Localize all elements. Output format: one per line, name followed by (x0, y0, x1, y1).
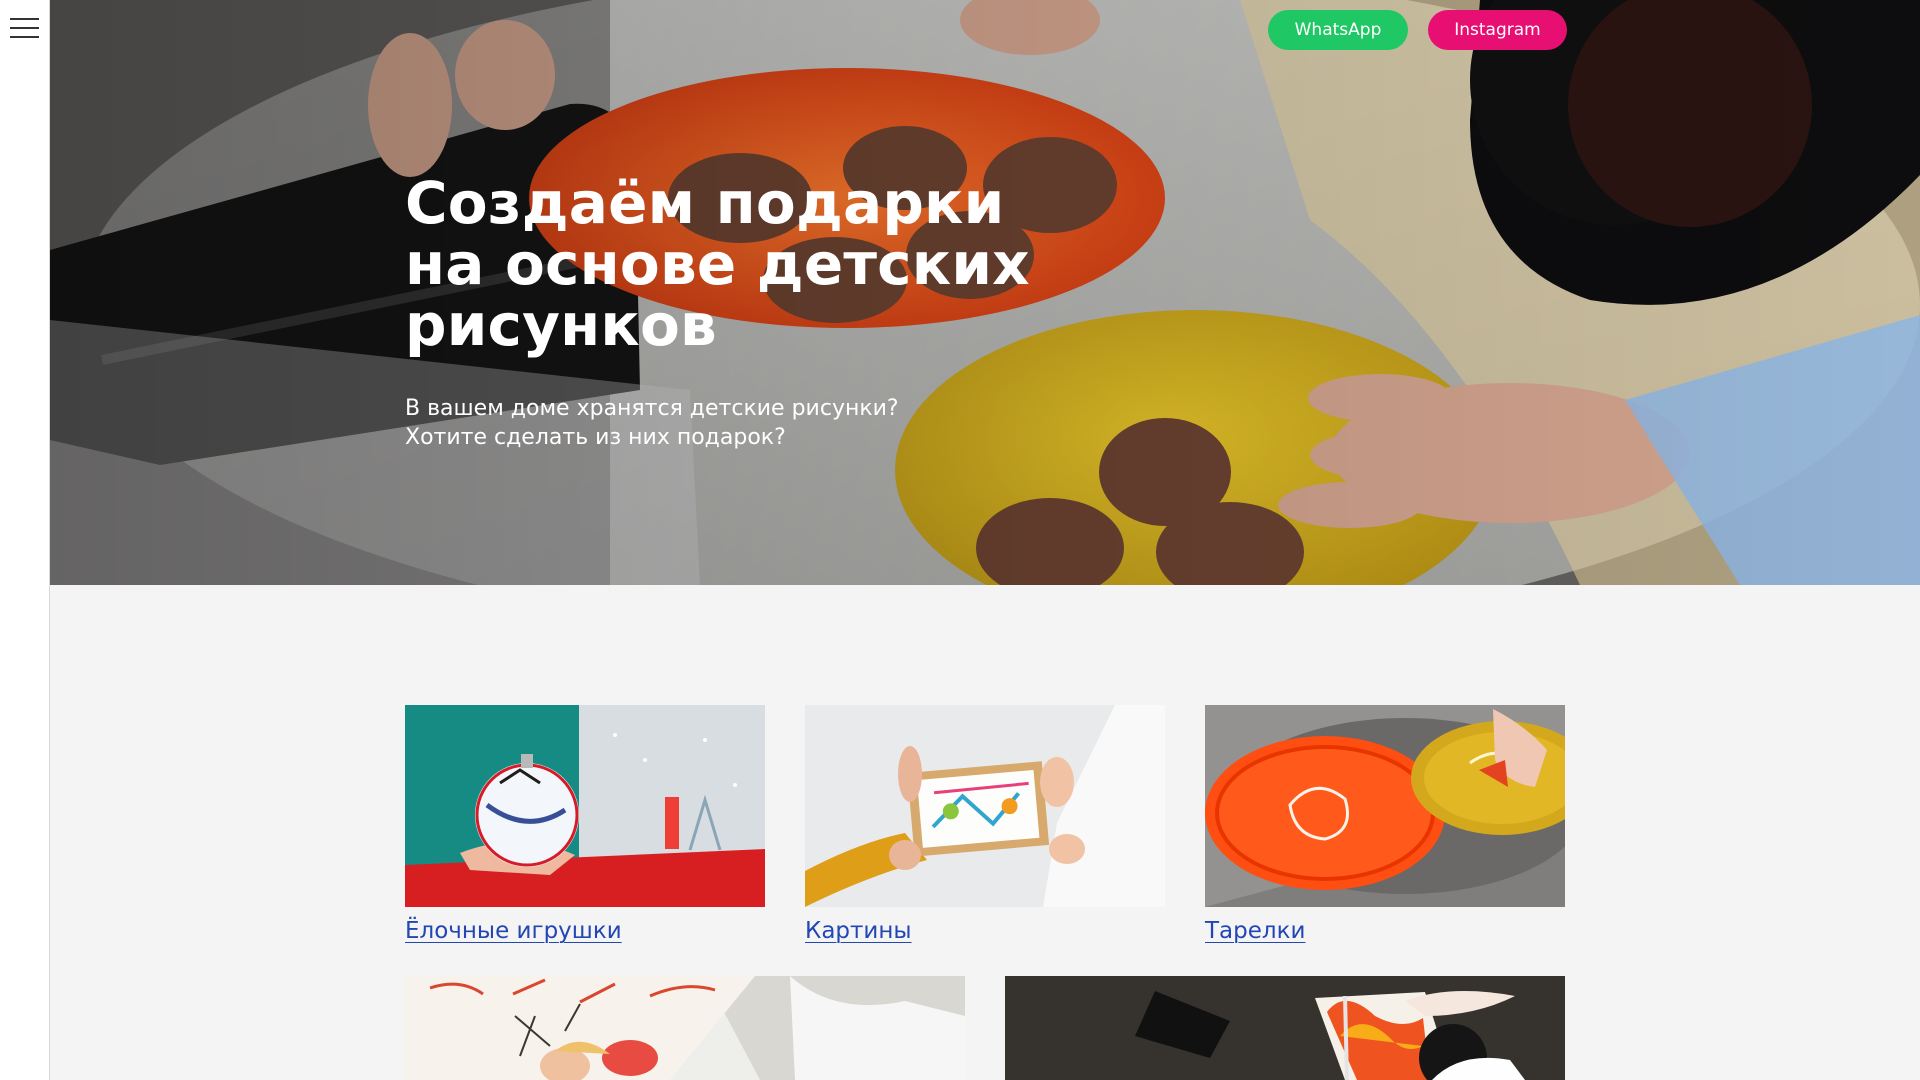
album-image (1005, 976, 1565, 1080)
hero-subtitle: В вашем доме хранятся детские рисунки? Х… (405, 394, 1055, 452)
hero-section: Создаём подарки на основе детских рисунк… (50, 0, 1920, 585)
hero-title-line-2: на основе детских (405, 230, 1030, 298)
hero-subtitle-line-1: В вашем доме хранятся детские рисунки? (405, 396, 899, 421)
whatsapp-button[interactable]: WhatsApp (1268, 10, 1408, 50)
christmas-toy-image[interactable] (405, 705, 765, 907)
plates-link[interactable]: Тарелки (1205, 916, 1305, 946)
product-card-album[interactable] (1005, 976, 1565, 1080)
plates-image[interactable] (1205, 705, 1565, 907)
product-card-bedding[interactable] (405, 976, 965, 1080)
hero-title-line-3: рисунков (405, 291, 717, 359)
product-card-christmas-toys[interactable]: Ёлочные игрушки (405, 705, 765, 946)
hamburger-menu-icon[interactable] (10, 18, 39, 38)
product-card-plates[interactable]: Тарелки (1205, 705, 1565, 946)
hero-subtitle-line-2: Хотите сделать из них подарок? (405, 425, 786, 450)
landing-page: Создаём подарки на основе детских рисунк… (0, 0, 1920, 1080)
bedding-image (405, 976, 965, 1080)
instagram-button[interactable]: Instagram (1428, 10, 1567, 50)
hero-title-line-1: Создаём подарки (405, 169, 1005, 237)
christmas-toys-link[interactable]: Ёлочные игрушки (405, 916, 622, 946)
left-sidebar (0, 0, 50, 1080)
painting-image[interactable] (805, 705, 1165, 907)
paintings-link[interactable]: Картины (805, 916, 912, 946)
product-card-paintings[interactable]: Картины (805, 705, 1165, 946)
hero-title: Создаём подарки на основе детских рисунк… (405, 173, 1165, 356)
